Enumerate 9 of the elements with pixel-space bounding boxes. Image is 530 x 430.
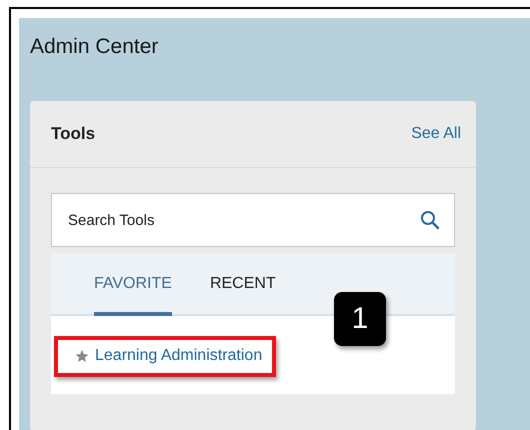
- search-field[interactable]: Search Tools: [51, 193, 455, 247]
- card-title: Tools: [51, 124, 96, 144]
- tool-link[interactable]: Learning Administration: [95, 347, 262, 365]
- tab[interactable]: RECENT: [210, 253, 276, 316]
- tool-item[interactable]: Learning Administration: [54, 336, 276, 377]
- page-title: Admin Center: [30, 35, 160, 59]
- see-all-link[interactable]: See All: [411, 125, 461, 143]
- callout-badge: 1: [334, 292, 386, 346]
- search-icon[interactable]: [420, 210, 440, 230]
